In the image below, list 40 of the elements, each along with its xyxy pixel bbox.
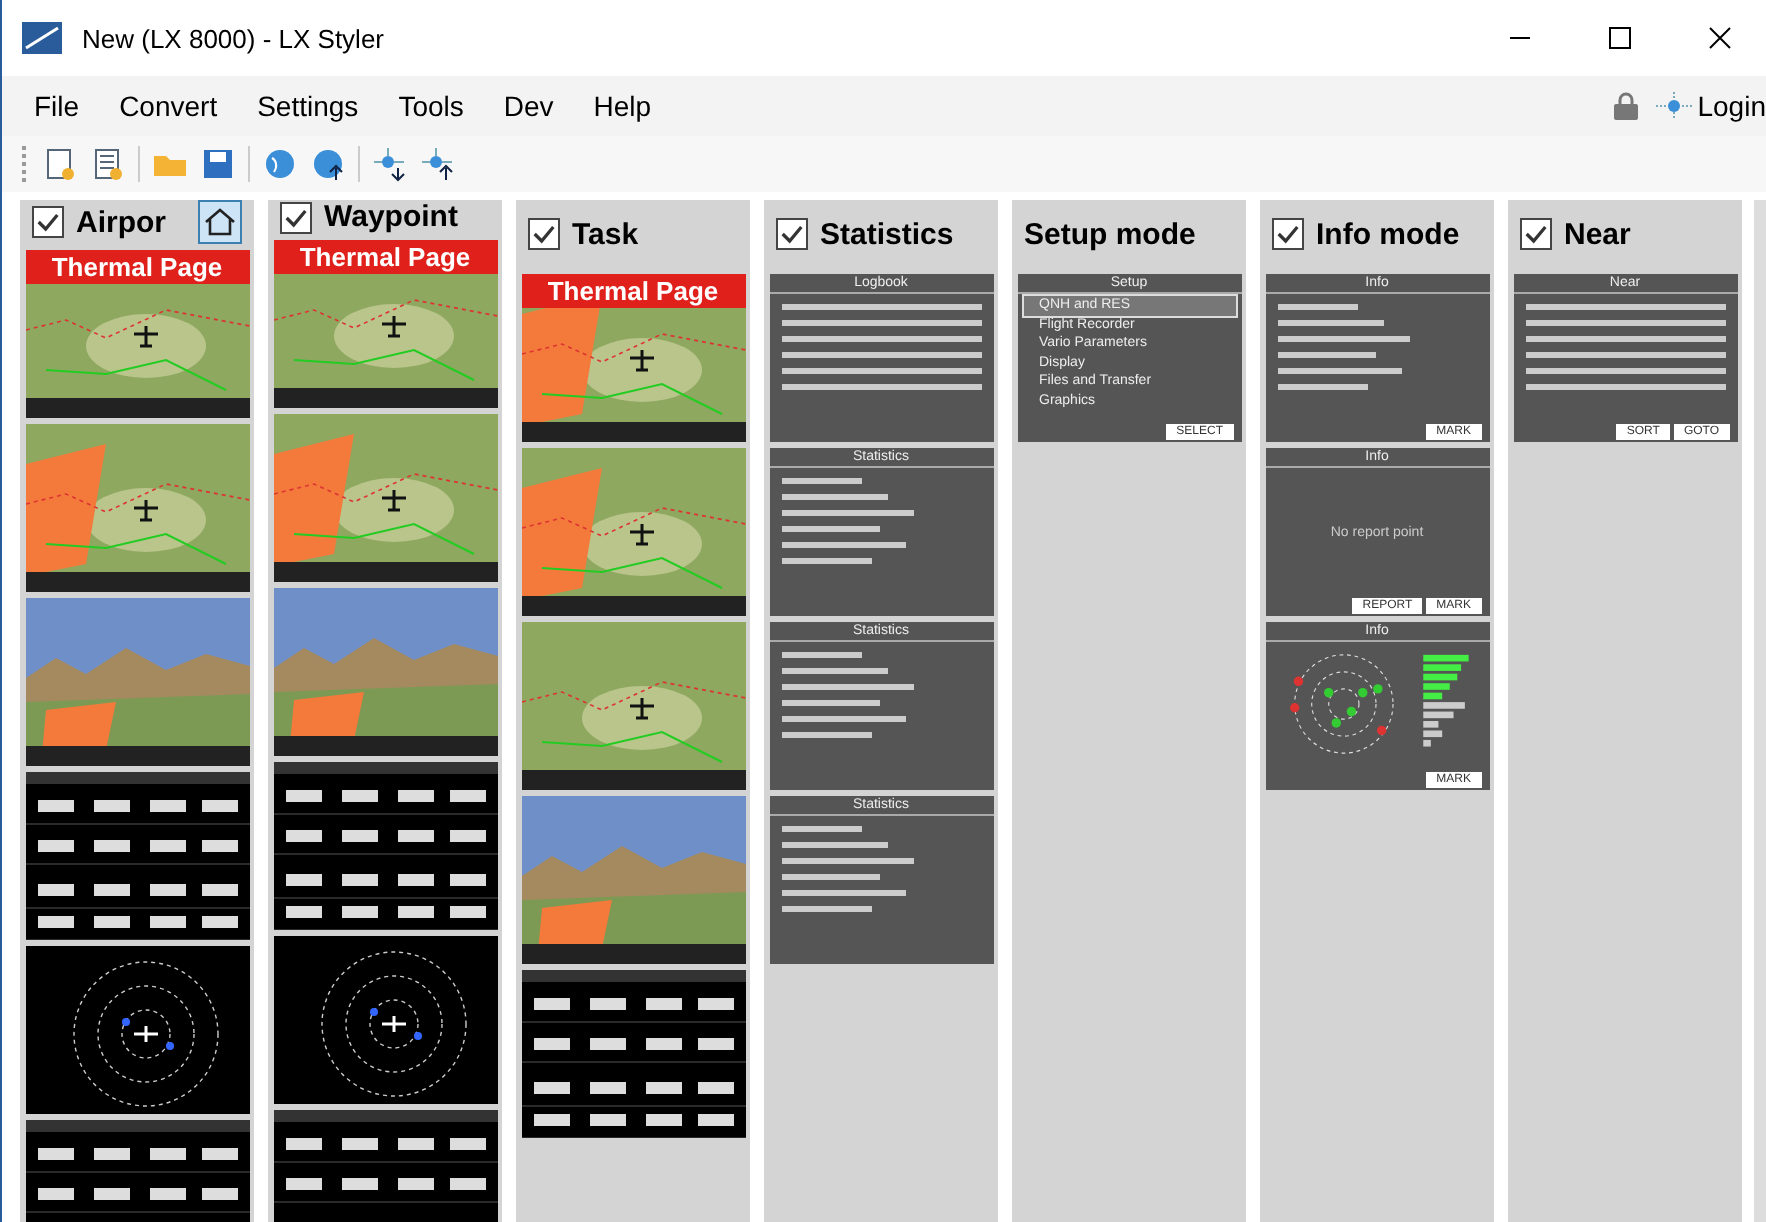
scrollbar[interactable] <box>1754 200 1766 1222</box>
page-banner: Thermal Page <box>521 274 745 308</box>
lock-icon <box>1613 92 1638 120</box>
column-title: Setup mode <box>1024 217 1196 251</box>
page-banner: Thermal Page <box>273 240 497 274</box>
checkbox[interactable] <box>280 201 312 233</box>
save-icon[interactable] <box>200 146 236 182</box>
checkbox[interactable] <box>32 206 64 238</box>
login-button[interactable]: Login <box>1653 90 1766 122</box>
new-file-icon[interactable] <box>42 146 78 182</box>
checkbox[interactable] <box>528 218 560 250</box>
globe-icon[interactable] <box>262 146 298 182</box>
app-icon <box>22 22 62 54</box>
column-title: Info mode <box>1316 217 1460 251</box>
menu-item[interactable]: Dev <box>503 90 554 122</box>
checkbox[interactable] <box>1272 218 1304 250</box>
column-title: Statistics <box>820 217 954 251</box>
menu-item[interactable]: Tools <box>398 90 464 122</box>
data-lines-drawing <box>781 826 913 912</box>
column-title: Task <box>572 217 639 251</box>
network-upload-icon[interactable] <box>420 146 456 182</box>
column-title: Near <box>1564 217 1631 251</box>
menu-item[interactable]: File <box>34 90 80 122</box>
data-lines-drawing <box>1277 304 1409 390</box>
window-title: New (LX 8000) - LX Styler <box>82 23 385 53</box>
home-icon[interactable] <box>198 200 242 244</box>
list-document-icon[interactable] <box>90 146 126 182</box>
globe-upload-icon[interactable] <box>310 146 346 182</box>
data-lines-drawing <box>781 652 913 738</box>
column-title: Waypoint <box>324 200 458 234</box>
network-icon <box>1653 90 1694 122</box>
menu-item[interactable]: Help <box>593 90 652 122</box>
data-lines-drawing <box>781 478 913 564</box>
network-download-icon[interactable] <box>372 146 408 182</box>
column-title: Airpor <box>76 205 166 239</box>
checkbox[interactable] <box>1520 218 1552 250</box>
menu-item[interactable]: Settings <box>257 90 359 122</box>
page-banner: Thermal Page <box>25 250 249 284</box>
checkbox[interactable] <box>776 218 808 250</box>
menu-item[interactable]: Convert <box>119 90 218 122</box>
